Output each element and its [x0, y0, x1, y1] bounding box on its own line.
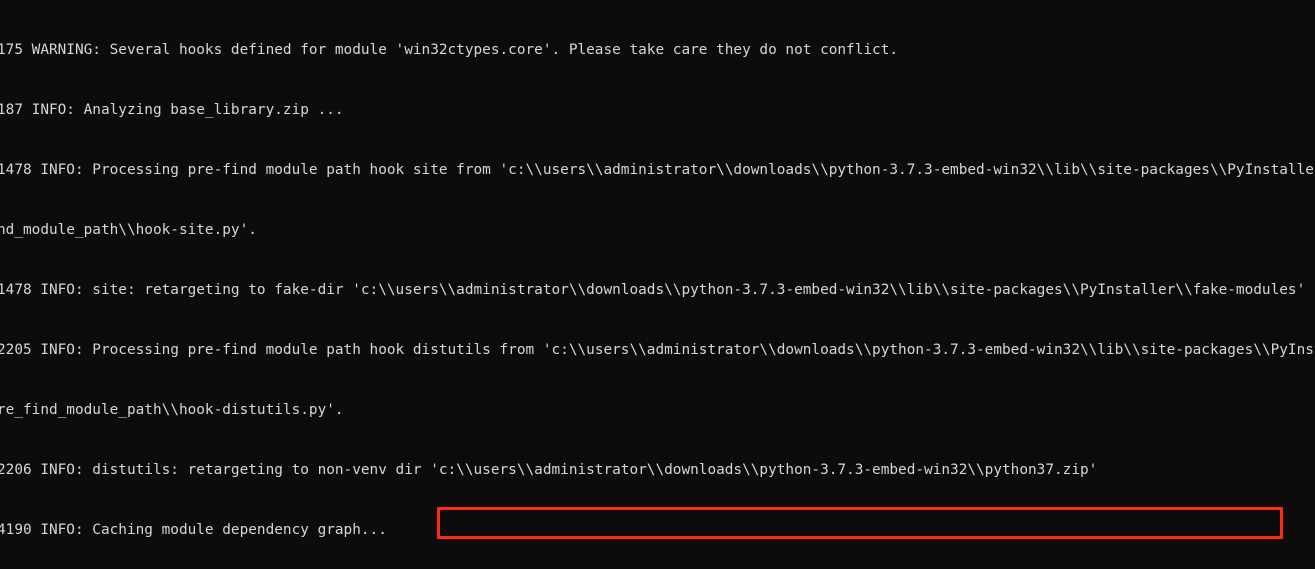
terminal-window[interactable]: 175 WARNING: Several hooks defined for m… [0, 0, 1315, 569]
console-line: re_find_module_path\\hook-distutils.py'. [0, 402, 344, 418]
console-line: 4190 INFO: Caching module dependency gra… [0, 522, 387, 538]
console-line: 2206 INFO: distutils: retargeting to non… [0, 462, 1098, 478]
console-line: 175 WARNING: Several hooks defined for m… [0, 42, 899, 58]
console-line: 1478 INFO: site: retargeting to fake-dir… [0, 282, 1306, 298]
console-line: 2205 INFO: Processing pre-find module pa… [0, 342, 1315, 358]
console-line: 187 INFO: Analyzing base_library.zip ... [0, 102, 344, 118]
console-output: 175 WARNING: Several hooks defined for m… [0, 0, 1315, 569]
console-line: 1478 INFO: Processing pre-find module pa… [0, 162, 1315, 178]
console-line: nd_module_path\\hook-site.py'. [0, 222, 257, 238]
